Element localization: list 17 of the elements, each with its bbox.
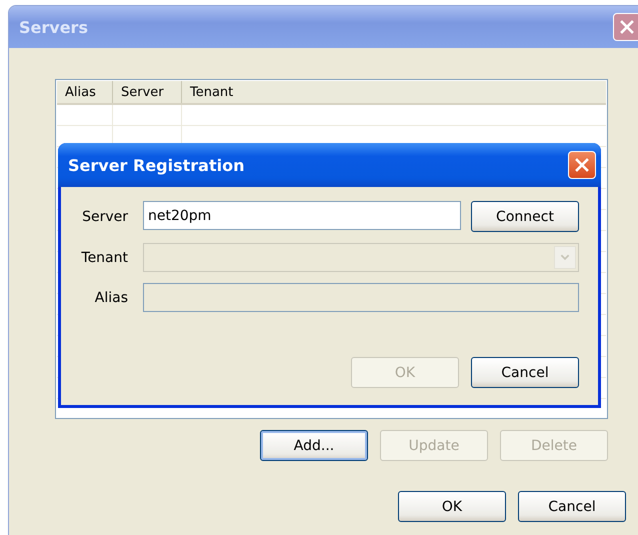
column-header[interactable]: Alias [57,81,113,103]
field-label: Alias [94,290,128,306]
dialog-title: Server Registration [68,156,244,174]
close-icon [575,158,589,172]
cancel-button[interactable]: Cancel [518,491,626,522]
dialog-cancel-button[interactable]: Cancel [471,357,579,388]
close-button[interactable] [568,151,596,179]
add-button[interactable]: Add... [260,430,368,461]
server-field[interactable]: net20pm [143,201,461,230]
field-label: Server [81,208,128,224]
close-icon [620,20,634,34]
ok-button[interactable]: OK [398,491,506,522]
column-header[interactable]: Tenant [182,81,606,103]
column-header[interactable]: Server [113,81,182,103]
field-label: Tenant [80,250,128,266]
connect-button[interactable]: Connect [471,201,579,232]
window-title: Servers [19,18,88,36]
